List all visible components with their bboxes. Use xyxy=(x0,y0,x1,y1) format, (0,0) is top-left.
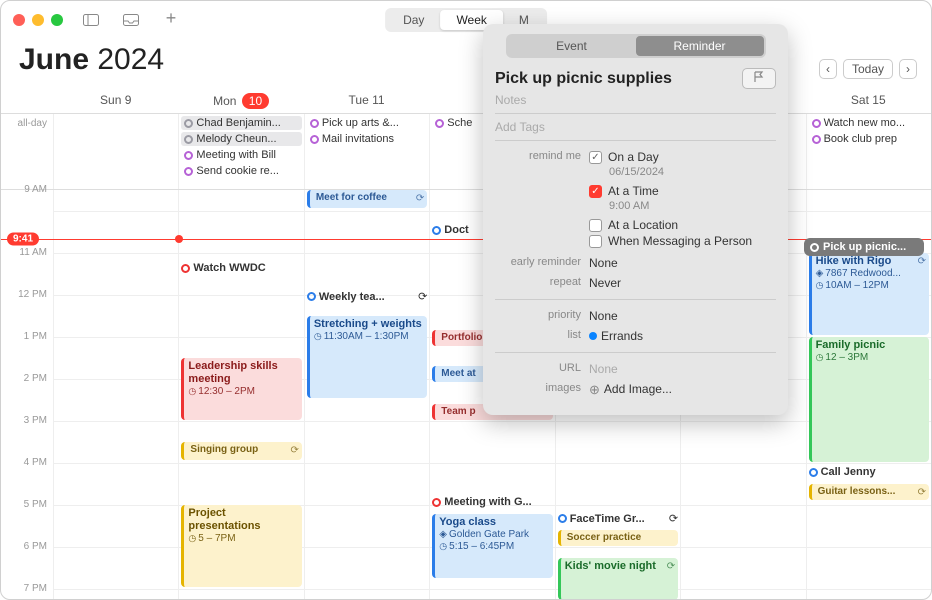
allday-label: all-day xyxy=(1,114,53,189)
allday-item[interactable]: Melody Cheun... xyxy=(181,132,301,146)
close-icon[interactable] xyxy=(13,14,25,26)
list-label: list xyxy=(495,329,581,341)
tags-field[interactable]: Add Tags xyxy=(495,120,776,134)
view-day[interactable]: Day xyxy=(387,10,440,30)
plus-circle-icon xyxy=(589,382,604,396)
allday-item[interactable]: Book club prep xyxy=(809,132,929,146)
reminder-title[interactable]: Pick up picnic supplies xyxy=(495,70,734,88)
selected-reminder-chip[interactable]: Pick up picnic... xyxy=(804,238,924,256)
now-time-badge: 9:41 xyxy=(7,233,39,246)
day-col-sun[interactable] xyxy=(53,190,178,600)
flag-button[interactable] xyxy=(742,68,776,89)
event-leadership[interactable]: Leadership skills meeting 12:30 – 2PM xyxy=(181,358,301,420)
allday-item[interactable]: Pick up arts &... xyxy=(307,116,427,130)
allday-item[interactable]: Meeting with Bill xyxy=(181,148,301,162)
event-hike[interactable]: ⟳ Hike with Rigo ◈ 7867 Redwood... 10AM … xyxy=(809,253,929,335)
prev-week-button[interactable]: ‹ xyxy=(819,59,837,79)
url-label: URL xyxy=(495,362,581,374)
popover-tab-event[interactable]: Event xyxy=(508,36,636,56)
hours-grid: 9 AM 11 AM 12 PM 1 PM 2 PM 3 PM 4 PM 5 P… xyxy=(1,190,931,600)
calendar-window: + Day Week M June 2024 ‹ Today › Sun 9 M… xyxy=(0,0,932,600)
reminder-popover: Event Reminder Pick up picnic supplies N… xyxy=(483,24,788,415)
allday-sun[interactable] xyxy=(53,114,178,189)
minimize-icon[interactable] xyxy=(32,14,44,26)
event-facetime[interactable]: FaceTime Gr...⟳ xyxy=(558,512,678,525)
repeat-icon: ⟳ xyxy=(669,512,678,525)
traffic-lights xyxy=(13,14,63,26)
add-event-icon[interactable]: + xyxy=(159,10,183,30)
event-yoga[interactable]: Yoga class ◈ Golden Gate Park 5:15 – 6:4… xyxy=(432,514,552,578)
day-head-mon: Mon 10 xyxy=(178,87,303,113)
images-label: images xyxy=(495,382,581,394)
allday-tue[interactable]: Pick up arts &... Mail invitations xyxy=(304,114,429,189)
allday-mon[interactable]: Chad Benjamin... Melody Cheun... Meeting… xyxy=(178,114,303,189)
early-reminder-value[interactable]: None xyxy=(589,256,776,270)
nav-controls: ‹ Today › xyxy=(819,59,917,79)
event-stretch[interactable]: Stretching + weights 11:30AM – 1:30PM xyxy=(307,316,427,398)
sidebar-toggle-icon[interactable] xyxy=(79,10,103,30)
event-project[interactable]: Project presentations 5 – 7PM xyxy=(181,505,301,587)
now-indicator xyxy=(1,239,931,240)
event-meetingg[interactable]: Meeting with G... xyxy=(432,496,552,508)
flag-icon xyxy=(753,71,765,83)
event-guitar[interactable]: ⟳ Guitar lessons... xyxy=(809,484,929,500)
allday-item[interactable]: Mail invitations xyxy=(307,132,427,146)
repeat-icon: ⟳ xyxy=(918,256,926,268)
titlebar: + Day Week M xyxy=(1,1,931,39)
at-a-time-checkbox[interactable]: ✓At a Time xyxy=(589,184,776,198)
day-col-mon[interactable]: Watch WWDC Leadership skills meeting 12:… xyxy=(178,190,303,600)
event-picnic[interactable]: Family picnic 12 – 3PM xyxy=(809,337,929,462)
early-reminder-label: early reminder xyxy=(495,256,581,268)
allday-sat[interactable]: Watch new mo... Book club prep xyxy=(806,114,931,189)
list-color-dot xyxy=(589,332,597,340)
day-head-sun: Sun 9 xyxy=(53,87,178,113)
event-kids[interactable]: ⟳ Kids' movie night xyxy=(558,558,678,600)
day-head-tue: Tue 11 xyxy=(304,87,429,113)
inbox-icon[interactable] xyxy=(119,10,143,30)
zoom-icon[interactable] xyxy=(51,14,63,26)
popover-tab-reminder[interactable]: Reminder xyxy=(636,36,764,56)
month-title: June 2024 xyxy=(1,39,931,87)
allday-item[interactable]: Send cookie re... xyxy=(181,164,301,178)
day-head-sat: Sat 15 xyxy=(806,87,931,113)
event-wwdc[interactable]: Watch WWDC xyxy=(181,262,301,274)
repeat-icon: ⟳ xyxy=(667,561,675,573)
allday-row: all-day Chad Benjamin... Melody Cheun...… xyxy=(1,114,931,190)
on-a-day-value[interactable]: 06/15/2024 xyxy=(609,166,776,178)
repeat-value[interactable]: Never xyxy=(589,276,776,290)
allday-item[interactable]: Watch new mo... xyxy=(809,116,929,130)
when-messaging-checkbox[interactable]: When Messaging a Person xyxy=(589,234,776,248)
repeat-icon: ⟳ xyxy=(418,290,427,303)
day-col-tue[interactable]: ⟳ Meet for coffee Weekly tea...⟳ Stretch… xyxy=(304,190,429,600)
url-value[interactable]: None xyxy=(589,362,776,376)
on-a-day-checkbox[interactable]: ✓On a Day xyxy=(589,150,776,164)
priority-label: priority xyxy=(495,309,581,321)
remind-me-label: remind me xyxy=(495,150,581,162)
event-weekly[interactable]: Weekly tea...⟳ xyxy=(307,290,427,303)
week-header: Sun 9 Mon 10 Tue 11 Sat 15 xyxy=(1,87,931,114)
hour-labels: 9 AM 11 AM 12 PM 1 PM 2 PM 3 PM 4 PM 5 P… xyxy=(1,190,53,600)
popover-type-segmented[interactable]: Event Reminder xyxy=(506,34,766,58)
at-a-location-checkbox[interactable]: At a Location xyxy=(589,218,776,232)
today-button[interactable]: Today xyxy=(843,59,893,79)
next-week-button[interactable]: › xyxy=(899,59,917,79)
at-a-time-value[interactable]: 9:00 AM xyxy=(609,200,776,212)
priority-value[interactable]: None xyxy=(589,309,776,323)
allday-item[interactable]: Chad Benjamin... xyxy=(181,116,301,130)
event-call[interactable]: Call Jenny xyxy=(809,466,929,478)
list-value[interactable]: Errands xyxy=(589,329,776,343)
notes-field[interactable]: Notes xyxy=(495,93,776,107)
event-coffee[interactable]: ⟳ Meet for coffee xyxy=(307,190,427,208)
repeat-label: repeat xyxy=(495,276,581,288)
event-soccer[interactable]: Soccer practice xyxy=(558,530,678,546)
add-image-button[interactable]: Add Image... xyxy=(589,382,776,398)
event-singing[interactable]: ⟳ Singing group xyxy=(181,442,301,460)
